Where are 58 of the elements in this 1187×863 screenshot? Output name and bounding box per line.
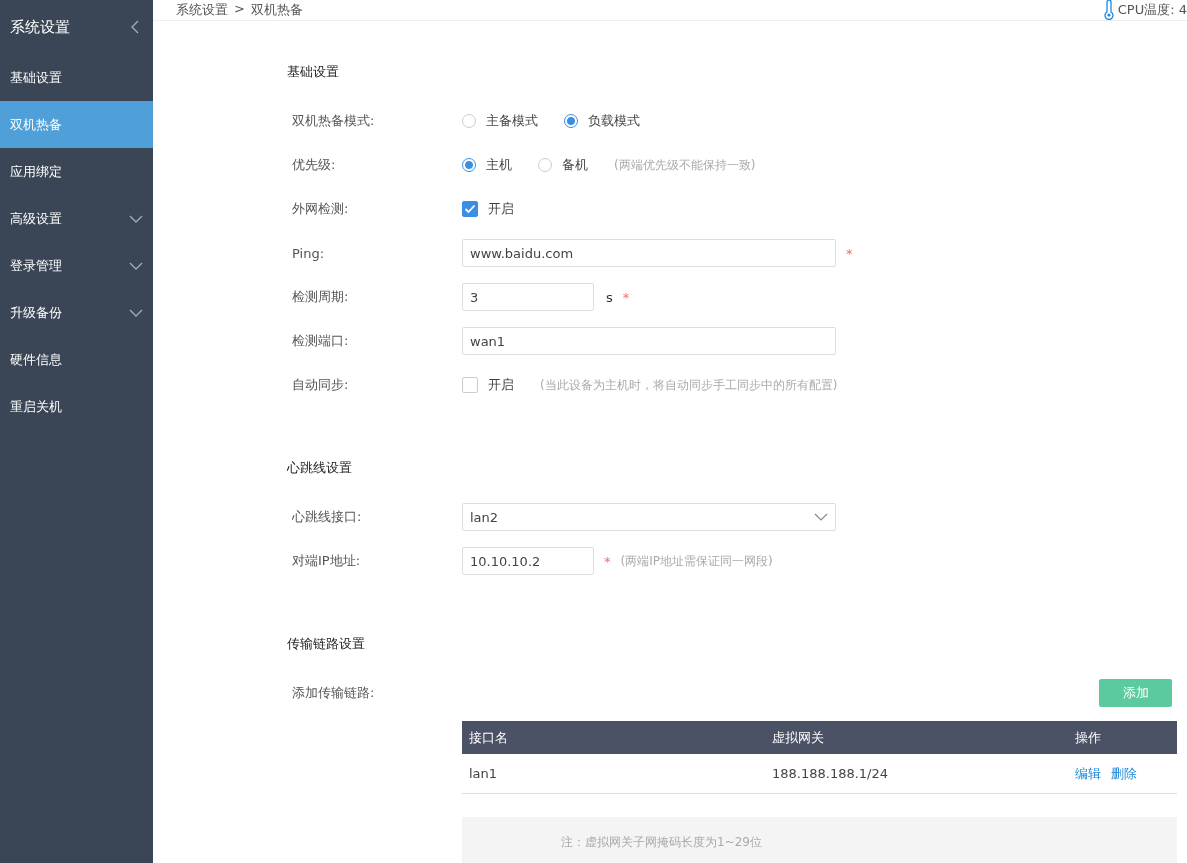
field-label: 对端IP地址: [292, 552, 362, 570]
field-label: 添加传输链路: [292, 684, 376, 702]
field-label: 外网检测: [292, 200, 350, 218]
required-mark: * [604, 553, 611, 569]
sidebar-item[interactable]: 升级备份 [0, 289, 153, 336]
input-field[interactable]: wan1 [462, 327, 836, 355]
breadcrumb-separator: > [234, 1, 245, 18]
column-header: 操作 [1075, 728, 1101, 747]
sidebar-title: 系统设置 [10, 17, 70, 37]
checkbox[interactable] [462, 201, 478, 217]
radio-label: 负载模式 [588, 112, 640, 130]
hint-text: (两端IP地址需保证同一网段) [620, 552, 773, 570]
required-mark: * [846, 245, 853, 261]
table-cell-text: lan1 [469, 766, 499, 781]
thermometer-icon [1103, 0, 1114, 20]
column-header: 接口名 [469, 728, 509, 747]
field-label: 双机热备模式: [292, 112, 376, 130]
cpu-temperature: CPU温度: 4 [1117, 1, 1187, 19]
radio-button[interactable] [564, 114, 578, 128]
chevron-down-icon [814, 513, 828, 521]
field-label: Ping: [292, 245, 326, 261]
radio-label: 备机 [562, 156, 588, 174]
radio-label: 主机 [486, 156, 512, 174]
required-mark: * [622, 289, 630, 305]
sidebar-item[interactable]: 硬件信息 [0, 336, 153, 383]
section-title: 基础设置 [287, 63, 340, 81]
sidebar-item[interactable]: 高级设置 [0, 195, 153, 242]
action-link[interactable]: 编辑 [1075, 764, 1101, 783]
checkbox-label: 开启 [488, 200, 514, 218]
unit-label: s [606, 289, 613, 305]
sidebar-item[interactable]: 重启关机 [0, 383, 153, 430]
table-cell-text: 188.188.188.1/24 [772, 766, 890, 781]
field-label: 心跳线接口: [292, 508, 363, 526]
checkbox[interactable] [462, 377, 478, 393]
section-title: 心跳线设置 [287, 459, 353, 477]
note-text: 注：虚拟网关子网掩码长度为1~29位 [561, 835, 762, 849]
radio-button[interactable] [462, 158, 476, 172]
breadcrumb-link[interactable]: 系统设置 [176, 1, 228, 19]
action-link[interactable]: 删除 [1111, 764, 1137, 783]
column-header: 虚拟网关 [772, 728, 825, 747]
field-label: 优先级: [292, 156, 337, 174]
hint-text: (两端优先级不能保持一致) [614, 156, 756, 174]
collapse-icon[interactable] [131, 20, 139, 34]
sidebar-item[interactable]: 登录管理 [0, 242, 153, 289]
field-label: 自动同步: [292, 376, 350, 394]
input-field[interactable]: 3 [462, 283, 594, 311]
radio-label: 主备模式 [486, 112, 538, 130]
breadcrumb-current: 双机热备 [250, 1, 303, 19]
sidebar-item[interactable]: 基础设置 [0, 54, 153, 101]
input-field[interactable]: www.baidu.com [462, 239, 836, 267]
input-field[interactable]: 10.10.10.2 [462, 547, 594, 575]
hint-text: (当此设备为主机时，将自动同步手工同步中的所有配置) [540, 376, 838, 394]
section-title: 传输链路设置 [287, 635, 366, 653]
checkbox-label: 开启 [488, 376, 514, 394]
select-field[interactable]: lan2 [462, 503, 836, 531]
field-label: 检测周期: [292, 288, 350, 306]
sidebar-item[interactable]: 应用绑定 [0, 148, 153, 195]
field-label: 检测端口: [292, 332, 350, 350]
